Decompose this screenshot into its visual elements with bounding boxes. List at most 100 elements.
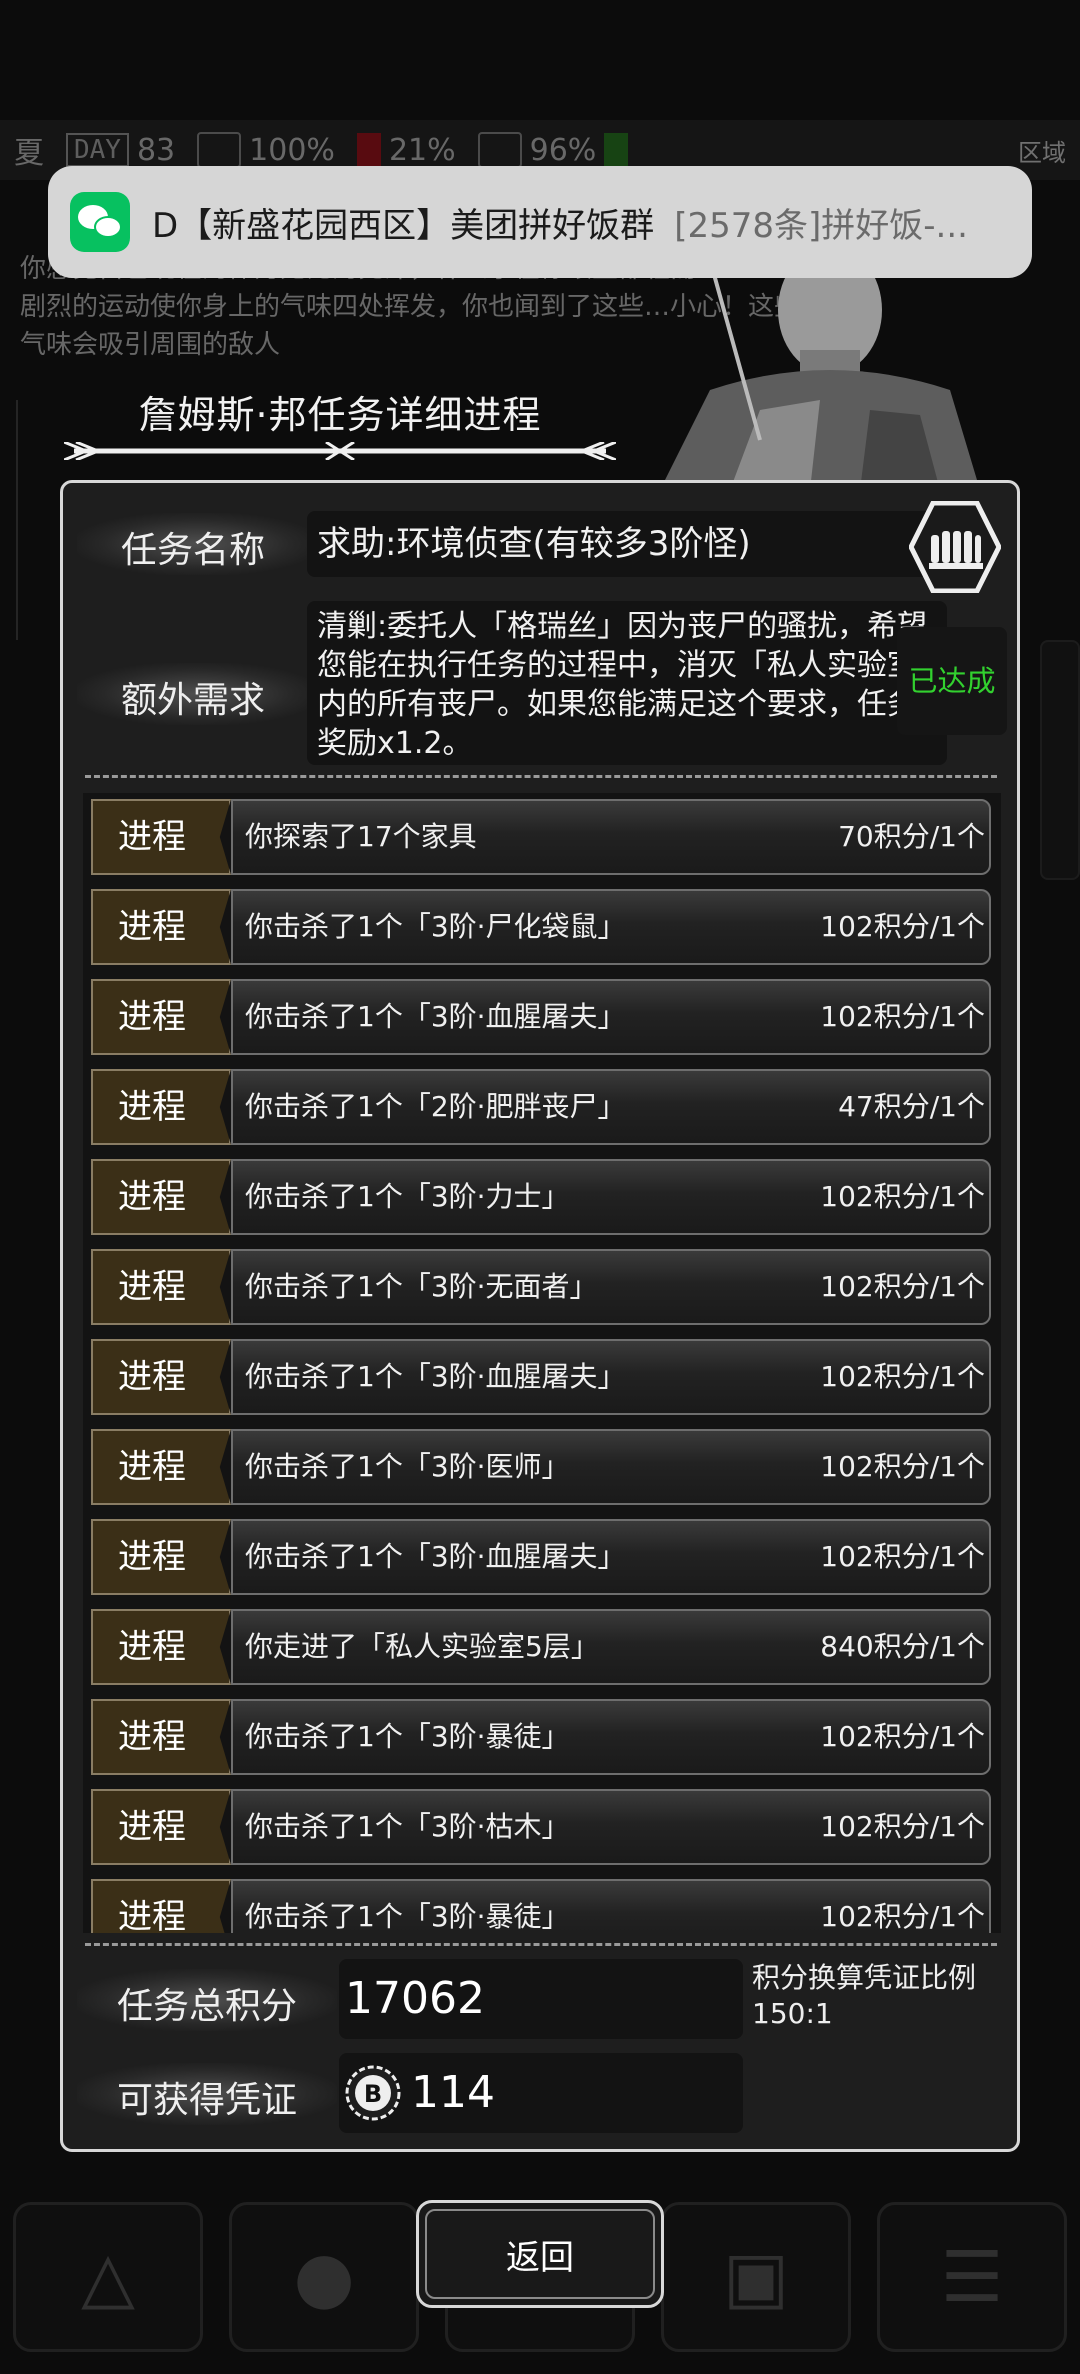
day-label: DAY — [66, 133, 129, 167]
progress-points: 102积分/1个 — [820, 1180, 985, 1213]
energy-bar-icon — [604, 133, 629, 167]
season-label: 夏 — [14, 136, 44, 171]
hunger-stat: 96% — [477, 132, 629, 168]
progress-tag-label: 进程 — [118, 1177, 186, 1217]
progress-tag-label: 进程 — [118, 817, 186, 857]
progress-list[interactable]: 进程 你探索了17个家具 70积分/1个 进程 你击杀了1个「3阶·尸化袋鼠」 102积分… — [83, 793, 1001, 1933]
task-name-label: 任务名称 — [120, 530, 265, 571]
voucher-field: B 114 — [339, 2053, 743, 2133]
progress-row-body: 你击杀了1个「3阶·血腥屠夫」 102积分/1个 — [231, 1519, 991, 1595]
progress-row: 进程 你击杀了1个「3阶·血腥屠夫」 102积分/1个 — [91, 979, 991, 1055]
progress-row-body: 你击杀了1个「3阶·无面者」 102积分/1个 — [231, 1249, 991, 1325]
progress-row: 进程 你击杀了1个「2阶·肥胖丧尸」 47积分/1个 — [91, 1069, 991, 1145]
progress-row-body: 你走进了「私人实验室5层」 840积分/1个 — [231, 1609, 991, 1685]
progress-points: 102积分/1个 — [820, 1450, 985, 1483]
health-stat: 21% — [356, 132, 456, 168]
progress-row: 进程 你击杀了1个「3阶·医师」 102积分/1个 — [91, 1429, 991, 1505]
stamina-value: 100% — [249, 132, 335, 168]
title-underline — [64, 442, 616, 460]
progress-row-body: 你击杀了1个「2阶·肥胖丧尸」 47积分/1个 — [231, 1069, 991, 1145]
progress-points: 102积分/1个 — [820, 910, 985, 943]
day-indicator: DAY 83 — [66, 133, 175, 168]
lock-icon — [477, 132, 522, 168]
coin-icon: B — [345, 2065, 401, 2121]
ammo-icon — [909, 501, 1001, 593]
progress-row: 进程 你击杀了1个「3阶·暴徒」 102积分/1个 — [91, 1879, 991, 1933]
progress-tag-label: 进程 — [118, 1807, 186, 1847]
progress-tag-label: 进程 — [118, 1627, 186, 1667]
progress-row-body: 你击杀了1个「3阶·尸化袋鼠」 102积分/1个 — [231, 889, 991, 965]
progress-row-body: 你击杀了1个「3阶·医师」 102积分/1个 — [231, 1429, 991, 1505]
progress-points: 102积分/1个 — [820, 1270, 985, 1303]
region-label: 区域 — [1018, 138, 1066, 167]
ratio-label: 积分换算凭证比例 — [752, 1961, 977, 1994]
progress-row: 进程 你击杀了1个「3阶·尸化袋鼠」 102积分/1个 — [91, 889, 991, 965]
task-detail-dialog: 任务名称 求助:环境侦查(有较多3阶怪) 额外需求 清剿:委托人「格瑞丝」因为丧… — [60, 480, 1020, 2152]
progress-points: 102积分/1个 — [820, 1540, 985, 1573]
progress-tag-label: 进程 — [118, 1447, 186, 1487]
progress-tag-label: 进程 — [118, 1267, 186, 1307]
svg-text:B: B — [364, 2080, 382, 2108]
brain-icon: ● — [229, 2202, 419, 2352]
progress-text: 你击杀了1个「3阶·血腥屠夫」 — [245, 1360, 626, 1393]
return-button[interactable]: 返回 — [416, 2200, 664, 2308]
extra-requirement-label: 额外需求 — [120, 680, 265, 721]
total-points-field: 17062 — [339, 1959, 743, 2039]
progress-row: 进程 你击杀了1个「3阶·血腥屠夫」 102积分/1个 — [91, 1339, 991, 1415]
backpack-icon: △ — [13, 2202, 203, 2352]
notification-title: D【新盛花园西区】美团拼好饭群 — [152, 205, 655, 246]
truck-icon — [197, 132, 242, 168]
menu-icon: ☰ — [877, 2202, 1067, 2352]
progress-row-body: 你击杀了1个「3阶·血腥屠夫」 102积分/1个 — [231, 979, 991, 1055]
notification-message: [2578条]拼好饭-... — [674, 205, 968, 246]
progress-tag-label: 进程 — [118, 1897, 186, 1933]
progress-points: 102积分/1个 — [820, 1360, 985, 1393]
health-value: 21% — [388, 132, 456, 168]
progress-text: 你击杀了1个「3阶·医师」 — [245, 1450, 570, 1483]
progress-text: 你击杀了1个「3阶·血腥屠夫」 — [245, 1540, 626, 1573]
task-name-field: 求助:环境侦查(有较多3阶怪) — [307, 511, 947, 577]
progress-row: 进程 你探索了17个家具 70积分/1个 — [91, 799, 991, 875]
progress-points: 102积分/1个 — [820, 1900, 985, 1933]
stamina-stat: 100% — [197, 132, 335, 168]
progress-text: 你击杀了1个「3阶·枯木」 — [245, 1810, 570, 1843]
background-side-panel — [0, 400, 18, 640]
progress-row-body: 你击杀了1个「3阶·暴徒」 102积分/1个 — [231, 1879, 991, 1933]
season-indicator: 夏 — [14, 128, 44, 172]
voucher-label: 可获得凭证 — [116, 2080, 297, 2121]
total-points-label: 任务总积分 — [116, 1986, 297, 2027]
progress-points: 840积分/1个 — [820, 1630, 985, 1663]
progress-row-body: 你击杀了1个「3阶·血腥屠夫」 102积分/1个 — [231, 1339, 991, 1415]
progress-text: 你击杀了1个「3阶·暴徒」 — [245, 1900, 570, 1933]
progress-tag-label: 进程 — [118, 1087, 186, 1127]
progress-text: 你击杀了1个「2阶·肥胖丧尸」 — [245, 1090, 626, 1123]
progress-row: 进程 你击杀了1个「3阶·暴徒」 102积分/1个 — [91, 1699, 991, 1775]
progress-text: 你击杀了1个「3阶·暴徒」 — [245, 1720, 570, 1753]
progress-text: 你击杀了1个「3阶·尸化袋鼠」 — [245, 910, 626, 943]
progress-points: 102积分/1个 — [820, 1000, 985, 1033]
progress-points: 102积分/1个 — [820, 1720, 985, 1753]
progress-tag-label: 进程 — [118, 1717, 186, 1757]
cart-icon: ▣ — [661, 2202, 851, 2352]
progress-row-body: 你击杀了1个「3阶·力士」 102积分/1个 — [231, 1159, 991, 1235]
hunger-value: 96% — [529, 132, 597, 168]
progress-tag-label: 进程 — [118, 997, 186, 1037]
wechat-notification[interactable]: D【新盛花园西区】美团拼好饭群 [2578条]拼好饭-... — [48, 166, 1032, 278]
progress-row-body: 你击杀了1个「3阶·枯木」 102积分/1个 — [231, 1789, 991, 1865]
ratio-value: 150:1 — [752, 1997, 833, 2030]
wechat-icon — [70, 192, 130, 252]
background-attack-button — [1040, 640, 1080, 880]
progress-row: 进程 你走进了「私人实验室5层」 840积分/1个 — [91, 1609, 991, 1685]
progress-text: 你击杀了1个「3阶·血腥屠夫」 — [245, 1000, 626, 1033]
progress-points: 102积分/1个 — [820, 1810, 985, 1843]
dashed-divider — [85, 775, 997, 778]
progress-text: 你探索了17个家具 — [245, 820, 477, 853]
progress-row-body: 你探索了17个家具 70积分/1个 — [231, 799, 991, 875]
progress-row: 进程 你击杀了1个「3阶·血腥屠夫」 102积分/1个 — [91, 1519, 991, 1595]
progress-tag-label: 进程 — [118, 907, 186, 947]
progress-row: 进程 你击杀了1个「3阶·力士」 102积分/1个 — [91, 1159, 991, 1235]
progress-text: 你击杀了1个「3阶·无面者」 — [245, 1270, 598, 1303]
dialog-title: 詹姆斯·邦任务详细进程 — [138, 393, 542, 437]
day-value: 83 — [136, 132, 176, 168]
progress-points: 47积分/1个 — [838, 1090, 985, 1123]
